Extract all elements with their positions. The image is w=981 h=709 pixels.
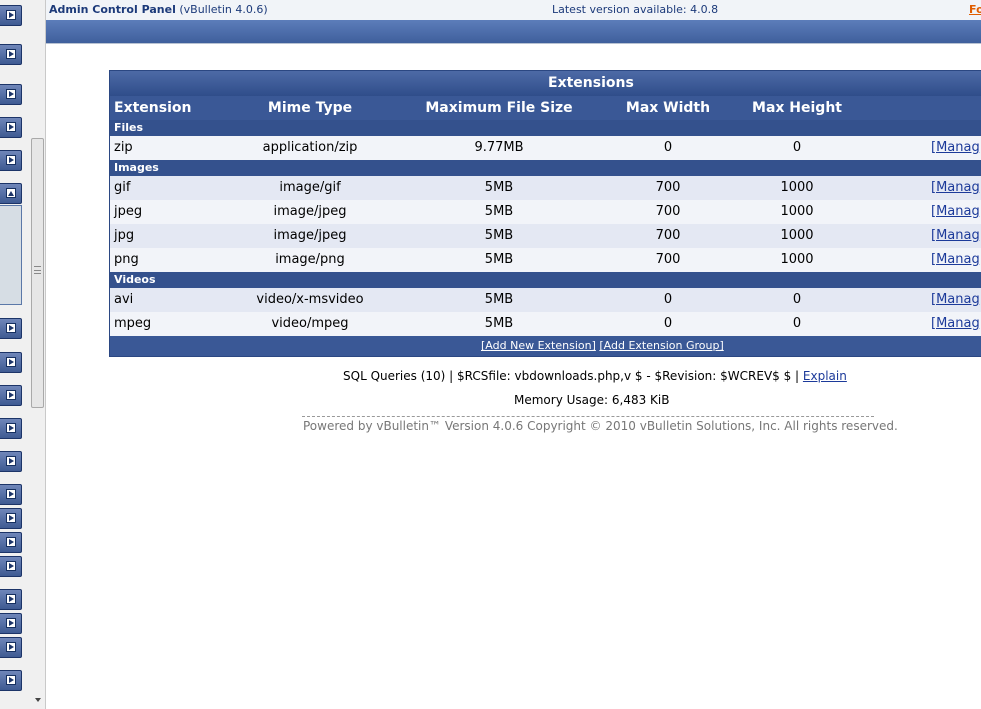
expand-icon	[9, 539, 14, 545]
group-label: Images	[114, 161, 159, 174]
header-bar	[46, 20, 981, 44]
table-row: png image/png 5MB 700 1000 [Manag	[110, 248, 981, 272]
expand-icon	[9, 644, 14, 650]
expand-icon	[9, 425, 14, 431]
expand-icon	[9, 12, 14, 18]
nav-expand-button[interactable]	[0, 150, 22, 171]
group-label: Files	[114, 121, 144, 134]
memory-usage: Memory Usage: 6,483 KiB	[514, 393, 670, 407]
expand-icon	[9, 677, 14, 683]
expand-icon	[9, 563, 14, 569]
manage-link[interactable]: [Manag	[931, 200, 980, 224]
table-row: zip application/zip 9.77MB 0 0 [Manag	[110, 136, 981, 160]
extensions-table: Extensions Extension Mime Type Maximum F…	[109, 70, 981, 357]
table-row: gif image/gif 5MB 700 1000 [Manag	[110, 176, 981, 200]
collapse-icon	[8, 191, 14, 196]
cell-extension: avi	[114, 292, 134, 307]
nav-expand-button[interactable]	[0, 418, 22, 439]
expand-icon	[9, 596, 14, 602]
cell-extension: jpeg	[114, 204, 143, 219]
table-title: Extensions	[548, 75, 634, 91]
cell-extension: png	[114, 252, 139, 267]
expand-icon	[9, 359, 14, 365]
acp-version: (vBulletin 4.0.6)	[179, 3, 268, 16]
explain-link[interactable]: Explain	[803, 369, 847, 383]
expand-icon	[9, 458, 14, 464]
cell-extension: zip	[114, 140, 133, 155]
nav-expand-button[interactable]	[0, 508, 22, 529]
nav-expand-button[interactable]	[0, 84, 22, 105]
cell-extension: gif	[114, 180, 131, 195]
manage-link[interactable]: [Manag	[931, 224, 980, 248]
table-header-row: Extension Mime Type Maximum File Size Ma…	[110, 96, 981, 120]
latest-version: Latest version available: 4.0.8	[552, 3, 719, 16]
add-extension-group-link[interactable]: [Add Extension Group]	[599, 339, 723, 352]
table-title-row: Extensions	[110, 71, 981, 96]
add-extension-link[interactable]: [Add New Extension]	[481, 339, 596, 352]
acp-title: Admin Control Panel (vBulletin 4.0.6)	[49, 0, 268, 20]
nav-expand-button[interactable]	[0, 637, 22, 658]
nav-expand-button[interactable]	[0, 385, 22, 406]
nav-expand-button[interactable]	[0, 117, 22, 138]
expand-icon	[9, 157, 14, 163]
table-footer-row: [Add New Extension] [Add Extension Group…	[110, 336, 981, 356]
nav-expand-button[interactable]	[0, 613, 22, 634]
nav-expand-button[interactable]	[0, 589, 22, 610]
group-label: Videos	[114, 273, 156, 286]
group-header-images: Images	[110, 160, 981, 176]
footer-links: [Add New Extension] [Add Extension Group…	[481, 336, 724, 356]
expand-icon	[9, 51, 14, 57]
manage-link[interactable]: [Manag	[931, 312, 980, 336]
scroll-down-arrow-icon[interactable]	[35, 698, 41, 702]
column-header-extension: Extension	[114, 100, 192, 116]
table-row: jpg image/jpeg 5MB 700 1000 [Manag	[110, 224, 981, 248]
manage-link[interactable]: [Manag	[931, 136, 980, 160]
nav-expand-button[interactable]	[0, 5, 22, 26]
grip-icon	[34, 266, 41, 274]
copyright: Powered by vBulletin™ Version 4.0.6 Copy…	[303, 419, 898, 433]
nav-expand-button[interactable]	[0, 352, 22, 373]
manage-link[interactable]: [Manag	[931, 248, 980, 272]
table-row: mpeg video/mpeg 5MB 0 0 [Manag	[110, 312, 981, 336]
expand-icon	[9, 392, 14, 398]
nav-expand-button[interactable]	[0, 318, 22, 339]
group-header-videos: Videos	[110, 272, 981, 288]
table-row: jpeg image/jpeg 5MB 700 1000 [Manag	[110, 200, 981, 224]
expand-icon	[9, 620, 14, 626]
expand-icon	[9, 91, 14, 97]
expand-icon	[9, 325, 14, 331]
footer-divider	[302, 416, 874, 417]
sql-queries-info: SQL Queries (10) | $RCSfile: vbdownloads…	[343, 369, 847, 383]
nav-expand-button[interactable]	[0, 532, 22, 553]
nav-expand-button[interactable]	[0, 484, 22, 505]
nav-expand-button[interactable]	[0, 556, 22, 577]
manage-link[interactable]: [Manag	[931, 176, 980, 200]
header-link[interactable]: Fo	[969, 0, 981, 20]
table-row: avi video/x-msvideo 5MB 0 0 [Manag	[110, 288, 981, 312]
expand-icon	[9, 515, 14, 521]
manage-link[interactable]: [Manag	[931, 288, 980, 312]
nav-expand-button[interactable]	[0, 451, 22, 472]
nav-expanded-panel	[0, 205, 22, 305]
sql-text: SQL Queries (10) | $RCSfile: vbdownloads…	[343, 369, 800, 383]
nav-expand-button[interactable]	[0, 44, 22, 65]
cell-extension: jpg	[114, 228, 135, 243]
cell-extension: mpeg	[114, 316, 152, 331]
expand-icon	[9, 491, 14, 497]
group-header-files: Files	[110, 120, 981, 136]
acp-title-text: Admin Control Panel	[49, 3, 176, 16]
nav-expand-button[interactable]	[0, 670, 22, 691]
expand-icon	[9, 124, 14, 130]
nav-collapse-button[interactable]	[0, 183, 22, 204]
acp-header: Admin Control Panel (vBulletin 4.0.6) La…	[46, 0, 981, 20]
